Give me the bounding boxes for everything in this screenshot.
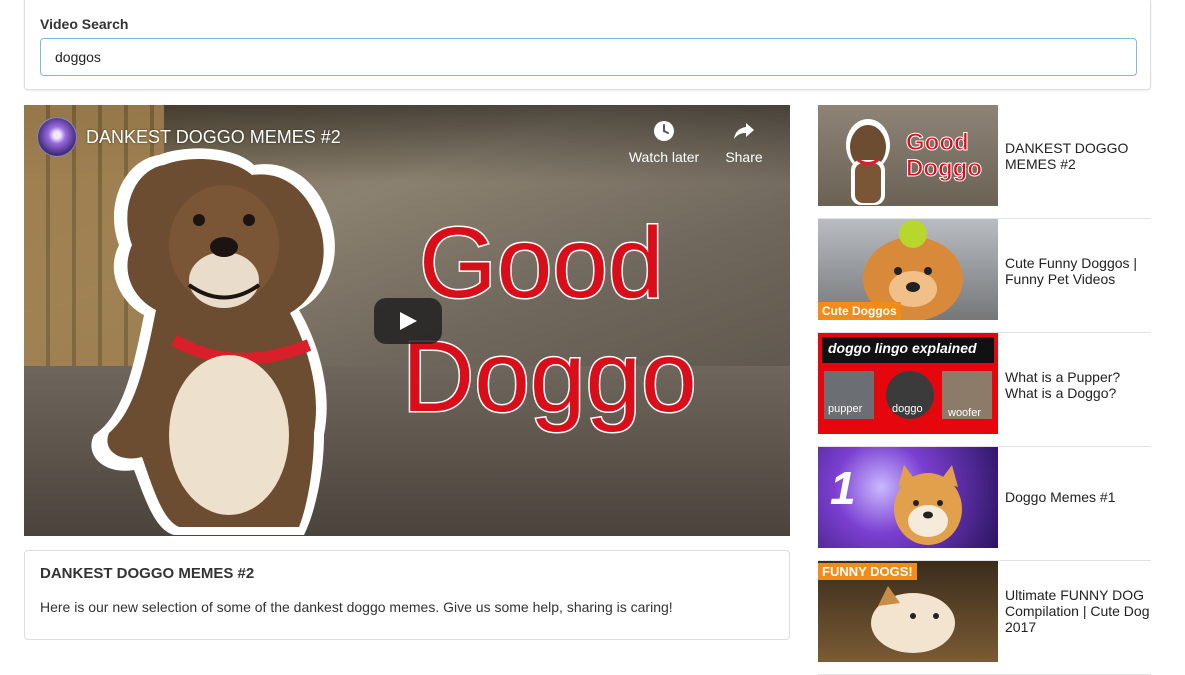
thumb-badge: Cute Doggos xyxy=(818,302,901,320)
channel-avatar[interactable] xyxy=(37,117,77,157)
video-details-description: Here is our new selection of some of the… xyxy=(40,599,673,615)
play-button[interactable] xyxy=(374,298,442,344)
list-item-title[interactable]: Doggo Memes #1 xyxy=(1005,489,1151,505)
dog-illustration xyxy=(91,148,335,535)
video-details-title: DANKEST DOGGO MEMES #2 xyxy=(40,565,255,582)
thumb-label-pupper: pupper xyxy=(828,403,863,415)
clock-icon xyxy=(654,121,674,141)
search-card: Video Search xyxy=(24,0,1151,90)
video-player[interactable]: Good Doggo DANKEST DOGGO MEMES #2 Watch … xyxy=(24,105,790,536)
overlay-text-doggo: Doggo xyxy=(401,321,699,433)
list-item[interactable]: 1 Doggo Memes #1 xyxy=(818,447,1151,561)
thumb-label-woofer: woofer xyxy=(948,407,982,419)
list-item[interactable]: doggo lingo explained pupper doggo woofe… xyxy=(818,333,1151,447)
share-icon xyxy=(734,123,754,139)
overlay-text-good: Good xyxy=(418,207,666,319)
list-item[interactable]: FUNNY DOGS! Ultimate FUNNY DOG Compilati… xyxy=(818,561,1151,675)
list-item[interactable]: Good Doggo DANKEST DOGGO MEMES #2 xyxy=(818,105,1151,219)
thumb-label-doggo: doggo xyxy=(892,403,923,415)
video-thumbnail[interactable]: doggo lingo explained pupper doggo woofe… xyxy=(818,333,998,434)
share-button[interactable]: Share xyxy=(704,119,784,165)
list-item-title[interactable]: Cute Funny Doggos | Funny Pet Videos xyxy=(1005,255,1151,287)
video-thumbnail[interactable]: Good Doggo xyxy=(818,105,998,206)
watch-later-button[interactable]: Watch later xyxy=(624,119,704,165)
search-input[interactable] xyxy=(40,38,1137,76)
video-thumbnail[interactable]: Cute Doggos xyxy=(818,219,998,320)
thumb-number: 1 xyxy=(830,462,856,514)
video-list: Good Doggo DANKEST DOGGO MEMES #2 Cute D… xyxy=(818,105,1151,675)
list-item-title[interactable]: What is a Pupper? What is a Doggo? xyxy=(1005,369,1151,401)
video-thumbnail[interactable]: FUNNY DOGS! xyxy=(818,561,998,662)
thumb-text-doggo: Doggo xyxy=(906,155,983,183)
watch-later-label: Watch later xyxy=(628,149,700,165)
play-icon xyxy=(400,312,417,330)
share-label: Share xyxy=(725,149,763,165)
search-label: Video Search xyxy=(40,16,129,32)
list-item[interactable]: Cute Doggos Cute Funny Doggos | Funny Pe… xyxy=(818,219,1151,333)
thumb-text-good: Good xyxy=(906,129,970,157)
list-item-title[interactable]: Ultimate FUNNY DOG Compilation | Cute Do… xyxy=(1005,587,1151,635)
player-title[interactable]: DANKEST DOGGO MEMES #2 xyxy=(86,127,341,148)
thumb-header: doggo lingo explained xyxy=(828,340,977,356)
video-thumbnail[interactable]: 1 xyxy=(818,447,998,548)
video-details-card: DANKEST DOGGO MEMES #2 Here is our new s… xyxy=(24,550,790,640)
thumb-badge: FUNNY DOGS! xyxy=(818,563,917,580)
list-item-title[interactable]: DANKEST DOGGO MEMES #2 xyxy=(1005,140,1151,172)
